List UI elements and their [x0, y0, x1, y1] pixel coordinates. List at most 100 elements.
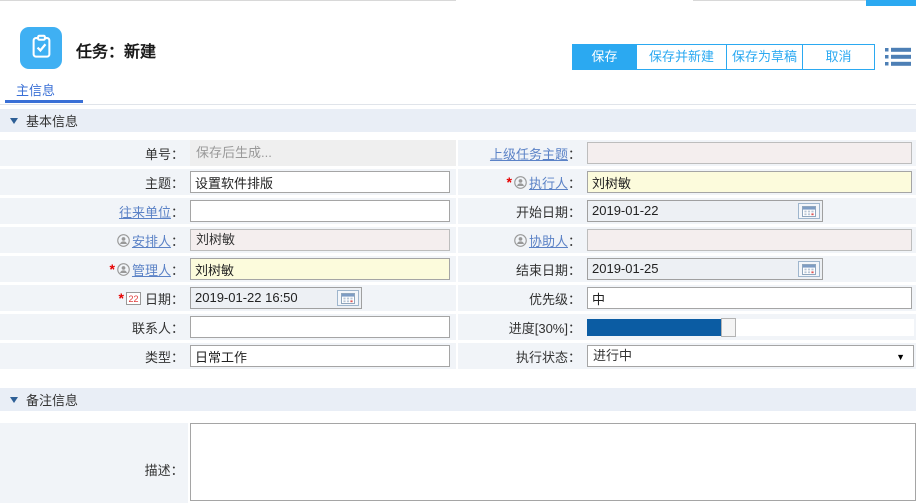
exec-status-value-cell: 进行中 ▼ [585, 343, 916, 369]
subject-input[interactable] [190, 171, 450, 193]
calendar-picker-icon[interactable] [337, 290, 359, 306]
row-subject: 主题： [0, 169, 456, 195]
assistant-readonly-field [587, 229, 912, 251]
manager-label-link[interactable]: 管理人 [132, 260, 171, 279]
date-field[interactable]: 2019-01-22 16:50 [190, 287, 362, 309]
label-colon: ： [568, 347, 581, 366]
counterparty-label: 往来单位： [0, 198, 188, 224]
assistant-label-link[interactable]: 协助人 [529, 231, 568, 250]
exec-status-select[interactable]: 进行中 ▼ [587, 345, 914, 367]
label-colon: ： [568, 173, 581, 192]
type-label: 类型： [0, 343, 188, 369]
priority-label: 优先级： [458, 285, 585, 311]
start-date-value-cell: 2019-01-22 [585, 198, 916, 224]
subject-label: 主题： [0, 169, 188, 195]
section-basic-info[interactable]: 基本信息 [0, 109, 916, 132]
exec-status-selected-value: 进行中 [593, 348, 632, 363]
label-text: 日期 [145, 289, 171, 308]
end-date-value-cell: 2019-01-25 [585, 256, 916, 282]
progress-slider-handle[interactable] [721, 318, 736, 337]
arranger-label-link[interactable]: 安排人 [132, 231, 171, 250]
executor-label-link[interactable]: 执行人 [529, 173, 568, 192]
manager-label: * 管理人： [0, 256, 188, 282]
row-type: 类型： [0, 343, 456, 369]
manager-input[interactable] [190, 258, 450, 280]
label-text: 类型 [145, 347, 171, 366]
page-title: 任务：新建 [76, 38, 156, 62]
row-counterparty: 往来单位： [0, 198, 456, 224]
cancel-button[interactable]: 取消 [802, 44, 875, 70]
start-date-label: 开始日期： [458, 198, 585, 224]
calendar-picker-icon[interactable] [798, 203, 820, 219]
end-date-label: 结束日期： [458, 256, 585, 282]
type-input[interactable] [190, 345, 450, 367]
form-column-right: 上级任务主题： * 执行人： [458, 140, 916, 372]
save-and-new-button[interactable]: 保存并新建 [636, 44, 727, 70]
row-description: 描述： [0, 423, 916, 503]
contact-label: 联系人： [0, 314, 188, 340]
parent-task-readonly-field [587, 142, 912, 164]
assistant-label: 协助人： [458, 227, 585, 253]
section-title: 备注信息 [26, 390, 78, 409]
executor-input[interactable] [587, 171, 912, 193]
tab-bar-divider [0, 104, 916, 105]
tab-main-info[interactable]: 主信息 [16, 80, 55, 99]
label-colon: ： [171, 347, 184, 366]
label-colon: ： [568, 318, 581, 337]
action-button-group: 保存 保存并新建 保存为草稿 取消 [572, 44, 875, 70]
form-content: 基本信息 单号： 保存后生成... 主题： [0, 109, 916, 503]
label-colon: ： [171, 173, 184, 192]
label-colon: ： [568, 231, 581, 250]
label-colon: ： [171, 202, 184, 221]
counterparty-label-link[interactable]: 往来单位 [119, 202, 171, 221]
arranger-readonly-field: 刘树敏 [190, 229, 450, 251]
contact-value-cell [188, 314, 456, 340]
arranger-label: 安排人： [0, 227, 188, 253]
label-colon: ： [171, 144, 184, 163]
label-colon: ： [171, 318, 184, 337]
contact-input[interactable] [190, 316, 450, 338]
person-icon [514, 176, 527, 189]
row-arranger: 安排人： 刘树敏 [0, 227, 456, 253]
progress-slider-track[interactable] [587, 319, 914, 336]
date-value: 2019-01-22 16:50 [195, 290, 298, 305]
type-value-cell [188, 343, 456, 369]
top-border-left [0, 0, 456, 1]
counterparty-value-cell [188, 198, 456, 224]
person-icon [117, 234, 130, 247]
doc-number-value: 保存后生成... [190, 140, 456, 166]
label-text: 联系人 [132, 318, 171, 337]
list-menu-icon[interactable] [885, 46, 911, 68]
calendar-day-icon: 22 [126, 292, 141, 305]
row-executor: * 执行人： [458, 169, 916, 195]
task-app-icon [20, 27, 62, 69]
counterparty-input[interactable] [190, 200, 450, 222]
label-text: 优先级 [529, 289, 568, 308]
save-as-draft-button[interactable]: 保存为草稿 [726, 44, 803, 70]
parent-task-label-link[interactable]: 上级任务主题 [490, 144, 568, 163]
label-colon: ： [568, 289, 581, 308]
end-date-field[interactable]: 2019-01-25 [587, 258, 823, 280]
description-textarea[interactable] [190, 423, 916, 501]
basic-info-form: 单号： 保存后生成... 主题： 往来单位： [0, 140, 916, 372]
label-text: 结束日期 [516, 260, 568, 279]
section-notes-info[interactable]: 备注信息 [0, 388, 916, 411]
save-button[interactable]: 保存 [572, 44, 637, 70]
priority-input[interactable] [587, 287, 912, 309]
parent-task-value-cell [585, 140, 916, 166]
person-icon [514, 234, 527, 247]
label-text: 进度[30%] [509, 318, 568, 337]
end-date-value: 2019-01-25 [592, 261, 659, 276]
section-title: 基本信息 [26, 111, 78, 130]
manager-value-cell [188, 256, 456, 282]
label-colon: ： [171, 463, 184, 478]
date-value-cell: 2019-01-22 16:50 [188, 285, 456, 311]
label-colon: ： [171, 260, 184, 279]
label-text: 主题 [145, 173, 171, 192]
arranger-value-cell: 刘树敏 [188, 227, 456, 253]
start-date-value: 2019-01-22 [592, 203, 659, 218]
label-colon: ： [171, 289, 184, 308]
start-date-field[interactable]: 2019-01-22 [587, 200, 823, 222]
calendar-picker-icon[interactable] [798, 261, 820, 277]
required-mark: * [110, 261, 115, 277]
